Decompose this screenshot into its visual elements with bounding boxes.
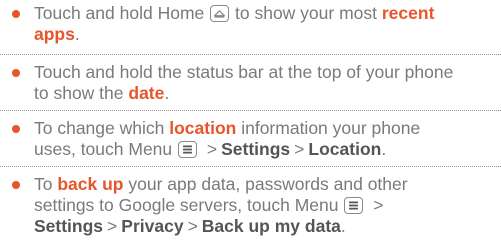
tip-text: to show your most <box>235 3 377 23</box>
tip-text: To change which <box>34 118 165 138</box>
separator: > <box>187 216 198 236</box>
divider <box>0 166 501 168</box>
separator: > <box>373 195 384 215</box>
highlight-date: date <box>128 83 165 103</box>
tip-line: Touch and hold Home to show your most re… <box>34 3 434 24</box>
tip-text: uses, touch Menu <box>34 139 173 159</box>
tip-line: apps. <box>34 24 80 45</box>
tip-line: To back up your app data, passwords and … <box>34 174 408 195</box>
separator: > <box>107 216 118 236</box>
home-icon <box>210 5 230 22</box>
separator: > <box>206 139 218 159</box>
tip-text: to show the <box>34 83 124 103</box>
ui-settings: Settings <box>221 139 291 159</box>
tip-text: Touch and hold the status bar at the top… <box>34 62 454 82</box>
menu-icon <box>178 141 198 158</box>
tip-line: Settings > Privacy > Back up my data. <box>34 216 346 237</box>
tips-list: Touch and hold Home to show your most re… <box>0 0 501 243</box>
tip-line: Touch and hold the status bar at the top… <box>34 62 453 83</box>
tip-line: To change which location information you… <box>34 118 420 139</box>
ui-location: Location <box>308 139 382 159</box>
bullet-icon <box>12 125 20 133</box>
bullet-icon <box>12 10 20 18</box>
tip-text: Touch and hold Home <box>34 3 205 23</box>
tip-text: information your phone <box>241 118 421 138</box>
menu-icon <box>344 197 364 214</box>
highlight-recent: recent <box>381 3 435 23</box>
tip-line: uses, touch Menu > Settings > Location. <box>34 139 386 160</box>
ui-privacy: Privacy <box>121 216 184 236</box>
ui-settings: Settings <box>34 216 104 236</box>
highlight-back-up: back up <box>57 174 124 194</box>
divider <box>0 54 501 56</box>
tip-text: . <box>74 24 80 44</box>
bullet-icon <box>12 69 20 77</box>
ui-back-up-my-data: Back up my data <box>201 216 341 236</box>
tip-text: To <box>34 174 53 194</box>
divider <box>0 110 501 112</box>
highlight-apps: apps <box>34 24 75 44</box>
highlight-location: location <box>169 118 237 138</box>
tip-text: your app data, passwords and other <box>128 174 408 194</box>
separator: > <box>294 139 305 159</box>
tip-text: settings to Google servers, touch Menu <box>34 195 339 215</box>
tip-text: . <box>164 83 170 103</box>
tip-text: . <box>381 139 387 159</box>
tip-text: . <box>340 216 346 236</box>
tip-line: settings to Google servers, touch Menu > <box>34 195 387 216</box>
bullet-icon <box>12 181 20 189</box>
tip-line: to show the date. <box>34 83 169 104</box>
